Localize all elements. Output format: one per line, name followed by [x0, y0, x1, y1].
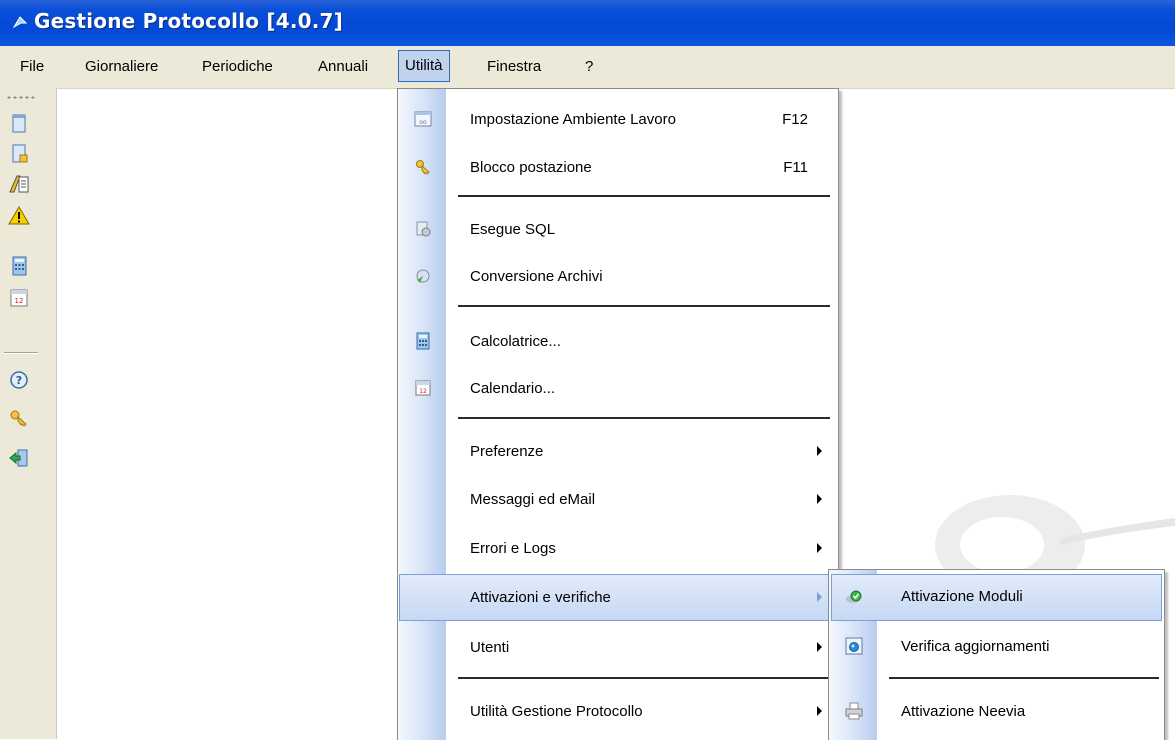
submenu-arrow-icon: [817, 446, 822, 456]
shortcut-label: F12: [782, 111, 808, 128]
menu-item-label: Calendario...: [470, 380, 556, 397]
toolbar-separator: [4, 352, 38, 354]
submenu-arrow-icon: [817, 706, 822, 716]
menu-separator: [458, 417, 830, 419]
menu-item-label: Calcolatrice...: [470, 333, 561, 350]
menu-item-label: Attivazioni e verifiche: [470, 589, 611, 606]
svg-text:?: ?: [16, 374, 22, 387]
menu-item-label: Attivazione Neevia: [901, 703, 1026, 720]
menu-item-impostazione-ambiente[interactable]: oo Impostazione Ambiente Lavoro F12: [398, 95, 838, 144]
warning-icon[interactable]: [7, 204, 31, 228]
key-icon[interactable]: [7, 406, 31, 430]
calendar-icon: 12: [415, 380, 431, 396]
shortcut-label: F11: [783, 159, 808, 176]
menu-file[interactable]: File: [20, 58, 44, 75]
menu-item-label: Esegue SQL: [470, 221, 556, 238]
menu-item-label: Utenti: [470, 639, 510, 656]
menu-item-label: Impostazione Ambiente Lavoro: [470, 111, 676, 128]
menu-item-label: Verifica aggiornamenti: [901, 638, 1050, 655]
update-check-icon: [845, 637, 863, 655]
menu-separator: [458, 677, 830, 679]
sql-icon: [416, 221, 431, 237]
document-lock-icon[interactable]: [7, 142, 31, 166]
menu-bar: File Giornaliere Periodiche Annuali Util…: [0, 46, 1175, 89]
menu-item-label: Blocco postazione: [470, 159, 592, 176]
menu-periodiche[interactable]: Periodiche: [202, 58, 273, 75]
menu-item-highlight: [399, 574, 837, 621]
document-icon[interactable]: [7, 112, 31, 136]
attivazioni-submenu: Attivazione Moduli Verifica aggiornament…: [828, 569, 1165, 740]
menu-item-label: Utilità Gestione Protocollo: [470, 703, 643, 720]
window-title: Gestione Protocollo [4.0.7]: [34, 9, 344, 33]
menu-item-esegue-sql[interactable]: Esegue SQL: [398, 205, 838, 254]
submenu-arrow-icon: [817, 543, 822, 553]
convert-icon: [416, 269, 430, 283]
calculator-icon: [416, 332, 430, 350]
calculator-icon[interactable]: [7, 254, 31, 278]
printer-icon: [845, 702, 863, 720]
submenu-arrow-icon: [817, 494, 822, 504]
menu-separator: [458, 195, 830, 197]
menu-annuali[interactable]: Annuali: [318, 58, 368, 75]
menu-item-calendario[interactable]: 12 Calendario...: [398, 364, 838, 413]
report-icon[interactable]: [7, 172, 31, 196]
window-settings-icon: oo: [414, 111, 432, 127]
menu-item-label: Conversione Archivi: [470, 268, 603, 285]
menu-item-blocco-postazione[interactable]: Blocco postazione F11: [398, 143, 838, 192]
menu-finestra[interactable]: Finestra: [487, 58, 541, 75]
help-icon[interactable]: ?: [7, 368, 31, 392]
menu-separator: [889, 677, 1159, 679]
menu-item-utenti[interactable]: Utenti: [398, 623, 838, 672]
menu-item-conversione-archivi[interactable]: Conversione Archivi: [398, 252, 838, 301]
menu-item-utilita-gestione-protocollo[interactable]: Utilità Gestione Protocollo: [398, 687, 838, 736]
submenu-arrow-icon: [817, 592, 822, 602]
title-bar: Gestione Protocollo [4.0.7]: [0, 0, 1175, 46]
menu-giornaliere[interactable]: Giornaliere: [85, 58, 158, 75]
exit-icon[interactable]: [7, 446, 31, 470]
submenu-item-attivazione-moduli[interactable]: Attivazione Moduli: [829, 572, 1164, 621]
menu-item-preferenze[interactable]: Preferenze: [398, 427, 838, 476]
left-toolbar: 12 ?: [0, 88, 57, 739]
menu-item-calcolatrice[interactable]: Calcolatrice...: [398, 317, 838, 366]
calendar-icon[interactable]: 12: [7, 286, 31, 310]
menu-help[interactable]: ?: [585, 58, 593, 75]
svg-text:12: 12: [419, 388, 427, 395]
app-icon: [12, 16, 28, 29]
check-module-icon: [846, 590, 862, 603]
menu-item-label: Preferenze: [470, 443, 544, 460]
menu-item-messaggi-email[interactable]: Messaggi ed eMail: [398, 475, 838, 524]
submenu-item-attivazione-neevia[interactable]: Attivazione Neevia: [829, 687, 1164, 736]
utilita-menu: oo Impostazione Ambiente Lavoro F12 Bloc…: [397, 88, 839, 740]
menu-item-attivazioni-verifiche[interactable]: Attivazioni e verifiche: [398, 573, 838, 622]
svg-text:oo: oo: [419, 119, 427, 126]
key-icon: [416, 160, 430, 175]
toolbar-grip[interactable]: [6, 96, 36, 99]
menu-item-errori-logs[interactable]: Errori e Logs: [398, 524, 838, 573]
menu-item-label: Errori e Logs: [470, 540, 556, 557]
menu-separator: [458, 305, 830, 307]
svg-text:12: 12: [15, 297, 24, 305]
submenu-item-verifica-aggiornamenti[interactable]: Verifica aggiornamenti: [829, 622, 1164, 671]
submenu-arrow-icon: [817, 642, 822, 652]
menu-item-label: Messaggi ed eMail: [470, 491, 596, 508]
menu-item-label: Attivazione Moduli: [901, 588, 1023, 605]
menu-utilita[interactable]: Utilità: [398, 50, 450, 82]
